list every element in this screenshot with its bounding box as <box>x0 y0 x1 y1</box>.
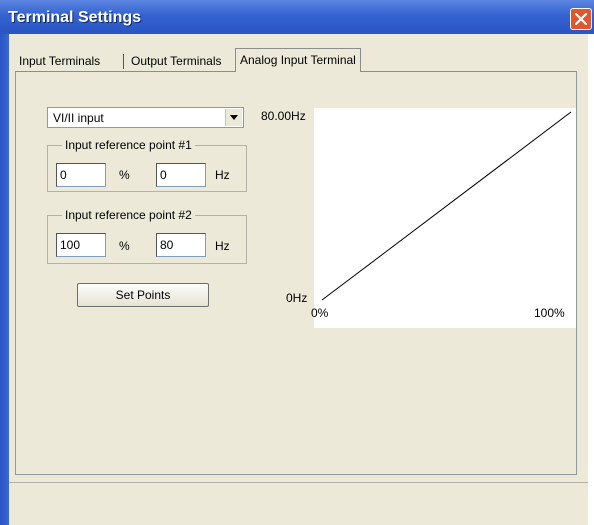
close-icon <box>575 13 587 25</box>
group-legend: Input reference point #1 <box>65 138 192 152</box>
hz-unit-label: Hz <box>215 239 230 253</box>
ref-point-2-percent-input[interactable]: 100 <box>56 233 106 257</box>
close-button[interactable] <box>570 8 592 30</box>
chart-series-line-0 <box>321 111 572 301</box>
dialog-bottom-divider <box>9 482 588 483</box>
ref-point-1-percent-input[interactable]: 0 <box>56 163 106 187</box>
group-legend: Input reference point #2 <box>65 208 192 222</box>
window-frame-left <box>0 34 9 525</box>
terminal-settings-window: Terminal Settings Input Terminals Output… <box>0 0 594 525</box>
input-source-value: VI/II input <box>53 111 104 125</box>
ref-point-2-hz-input[interactable]: 80 <box>156 233 206 257</box>
ref-point-1-hz-input[interactable]: 0 <box>156 163 206 187</box>
dialog-client-area: Input Terminals Output Terminals Analog … <box>9 34 588 525</box>
hz-unit-label: Hz <box>215 168 230 182</box>
tab-separator <box>123 54 124 69</box>
y-tick-label-min: 0Hz <box>286 291 308 305</box>
set-points-button[interactable]: Set Points <box>77 283 209 307</box>
title-bar[interactable]: Terminal Settings <box>0 0 594 34</box>
tab-input-terminals[interactable]: Input Terminals <box>15 51 105 71</box>
chevron-down-icon <box>230 115 238 120</box>
tab-output-terminals[interactable]: Output Terminals <box>127 51 226 71</box>
percent-unit-label: % <box>119 239 130 253</box>
percent-unit-label: % <box>119 168 130 182</box>
y-tick-label-max: 80.00Hz <box>261 109 306 123</box>
x-tick-label-max: 100% <box>534 306 565 320</box>
input-source-select[interactable]: VI/II input <box>47 107 244 128</box>
frequency-chart <box>314 108 576 328</box>
dropdown-button[interactable] <box>225 109 242 126</box>
tab-analog-input-terminal[interactable]: Analog Input Terminal <box>235 48 361 72</box>
chart-svg <box>321 111 572 301</box>
window-title: Terminal Settings <box>8 9 142 26</box>
window-frame-right <box>588 34 594 525</box>
x-tick-label-min: 0% <box>311 306 329 320</box>
